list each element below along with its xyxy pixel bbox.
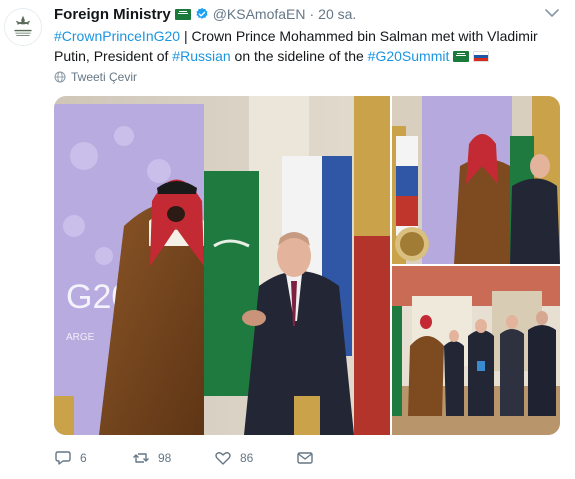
portrait-photo xyxy=(392,96,560,264)
retweet-count: 98 xyxy=(158,451,172,465)
saudi-flag-icon xyxy=(174,8,191,20)
retweet-icon xyxy=(133,453,149,463)
reply-button[interactable]: 6 xyxy=(54,449,132,467)
tweet-text-segment: on the sideline of the xyxy=(230,48,368,64)
like-button[interactable]: 86 xyxy=(214,449,296,467)
media-grid[interactable]: G20 ARGE xyxy=(54,96,560,435)
backdrop-subtext: ARGE xyxy=(66,332,95,343)
direct-message-button[interactable] xyxy=(296,449,376,467)
envelope-icon xyxy=(297,452,313,464)
hashtag-link[interactable]: #CrownPrinceInG20 xyxy=(54,28,180,44)
russia-flag-icon xyxy=(473,51,490,62)
author-handle[interactable]: @KSAmofaEN xyxy=(213,6,306,22)
photo-bottom-right[interactable] xyxy=(392,266,560,435)
photo-top-right[interactable] xyxy=(392,96,560,264)
avatar[interactable] xyxy=(4,8,42,46)
separator-dot: · xyxy=(309,6,315,22)
heart-icon xyxy=(215,452,231,465)
translate-label: Tweeti Çevir xyxy=(71,70,138,84)
chevron-down-icon[interactable] xyxy=(543,4,561,22)
hashtag-link[interactable]: #G20Summit xyxy=(368,48,450,64)
reply-count: 6 xyxy=(80,451,87,465)
photo-main[interactable]: G20 ARGE xyxy=(54,96,390,435)
tweet-header: Foreign Ministry @KSAmofaEN · 20 sa. xyxy=(54,4,356,24)
like-count: 86 xyxy=(240,451,254,465)
tweet[interactable]: Foreign Ministry @KSAmofaEN · 20 sa. #Cr… xyxy=(0,0,575,479)
tweet-text: #CrownPrinceInG20 | Crown Prince Mohamme… xyxy=(54,26,559,66)
verified-badge-icon xyxy=(196,7,208,19)
handshake-photo: G20 ARGE xyxy=(54,96,390,435)
delegation-photo xyxy=(392,266,560,435)
globe-icon xyxy=(54,71,66,83)
reply-icon xyxy=(55,451,71,465)
hashtag-link[interactable]: #Russian xyxy=(172,48,230,64)
translate-tweet-link[interactable]: Tweeti Çevir xyxy=(54,70,137,84)
ministry-emblem-icon xyxy=(5,9,41,45)
saudi-flag-icon xyxy=(453,51,470,62)
retweet-button[interactable]: 98 xyxy=(132,449,214,467)
tweet-timestamp[interactable]: 20 sa. xyxy=(318,6,356,22)
tweet-actions: 6 98 86 xyxy=(54,448,376,468)
author-name[interactable]: Foreign Ministry xyxy=(54,6,171,23)
